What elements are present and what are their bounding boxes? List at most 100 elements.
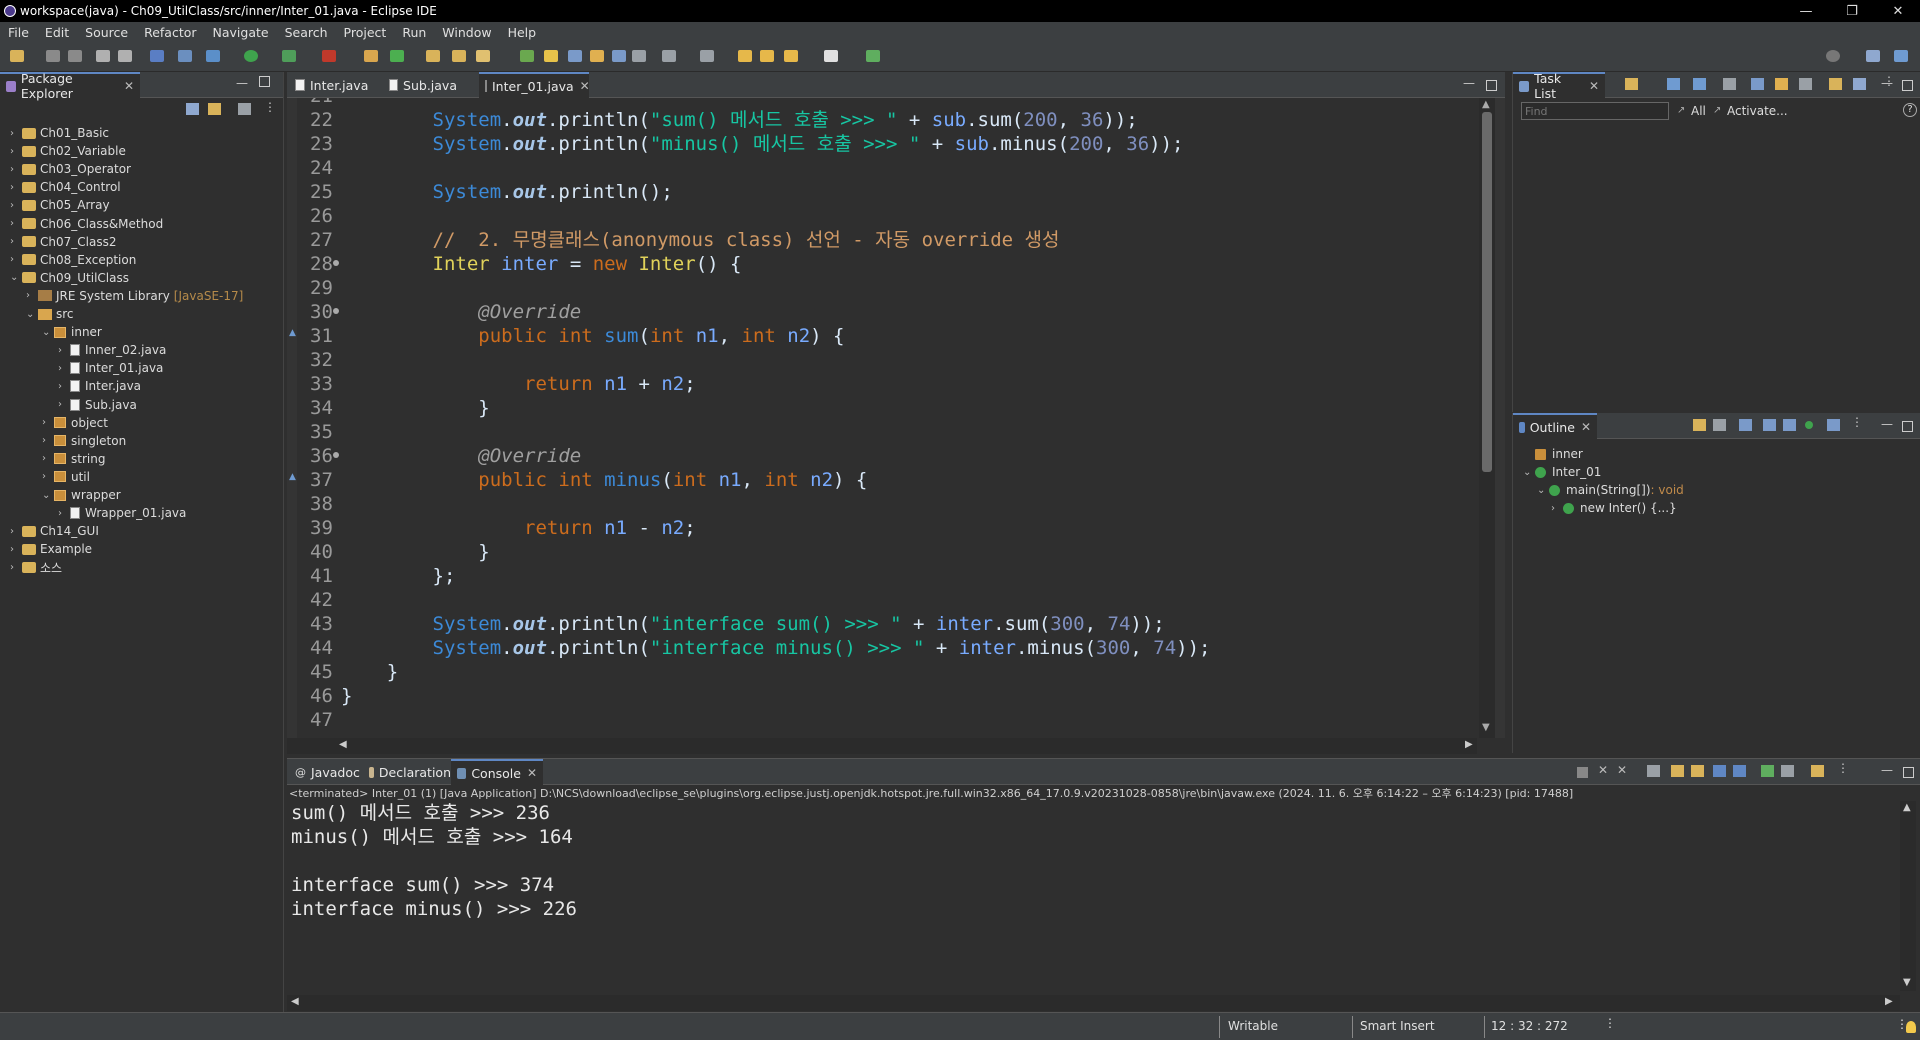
tree-item[interactable]: › Ch07_Class2: [10, 233, 116, 251]
minimize-outline-icon[interactable]: —: [1881, 417, 1893, 431]
tab-task-list[interactable]: Task List ✕: [1513, 71, 1605, 101]
chevron-down-icon[interactable]: ⌄: [42, 490, 54, 501]
help-icon[interactable]: ?: [1903, 103, 1917, 117]
maximize-outline-icon[interactable]: [1902, 421, 1913, 432]
maximize-view-icon[interactable]: [1903, 767, 1914, 778]
chevron-right-icon[interactable]: ›: [10, 254, 22, 265]
back-icon[interactable]: [784, 50, 798, 62]
maximize-tasklist-icon[interactable]: [1902, 80, 1913, 91]
menu-edit[interactable]: Edit: [37, 25, 77, 40]
tree-item[interactable]: › Ch01_Basic: [10, 124, 109, 142]
block-select-icon[interactable]: [568, 50, 582, 62]
chevron-icon[interactable]: ⌄: [1523, 467, 1535, 478]
tree-item[interactable]: › Ch08_Exception: [10, 251, 136, 269]
chevron-right-icon[interactable]: ›: [42, 471, 54, 482]
tree-item[interactable]: › singleton: [42, 432, 126, 450]
terminal-icon[interactable]: [150, 50, 164, 62]
prev-annotation-icon[interactable]: [700, 50, 714, 62]
menu-help[interactable]: Help: [500, 25, 545, 40]
forward-icon[interactable]: [824, 50, 838, 62]
tree-item[interactable]: ⌄ src: [26, 305, 74, 323]
tab-inter01-java[interactable]: Inter_01.java ✕: [479, 72, 590, 98]
hide-nonpublic-icon[interactable]: [1783, 419, 1796, 431]
collapse-all-icon[interactable]: [186, 103, 199, 115]
find-input[interactable]: [1521, 102, 1669, 120]
close-icon[interactable]: ✕: [1589, 79, 1599, 93]
pin-editor-icon[interactable]: [866, 50, 880, 62]
chevron-right-icon[interactable]: ›: [10, 218, 22, 229]
sort-icon[interactable]: [1713, 419, 1726, 431]
hide-completed-icon[interactable]: [1723, 78, 1736, 90]
save-icon[interactable]: [46, 50, 60, 62]
skip-breakpoints-icon[interactable]: [178, 50, 192, 62]
tab-inter-java[interactable]: Inter.java: [289, 72, 379, 98]
scroll-down-icon[interactable]: ▼: [1482, 722, 1490, 733]
tree-item[interactable]: ⌄ inner: [42, 323, 102, 341]
tree-item[interactable]: › Inter_01.java: [58, 359, 163, 377]
link-with-editor-icon[interactable]: [208, 103, 221, 115]
last-edit-icon[interactable]: [738, 50, 752, 62]
chevron-right-icon[interactable]: ›: [58, 363, 70, 374]
override-marker-icon[interactable]: ▲: [289, 328, 296, 338]
tab-console[interactable]: Console ✕: [451, 759, 543, 785]
focus-icon[interactable]: [1751, 78, 1764, 90]
open-console-icon[interactable]: [1811, 765, 1824, 777]
close-icon[interactable]: ✕: [124, 79, 134, 93]
minimize-view-icon[interactable]: —: [1881, 763, 1893, 777]
menu-file[interactable]: File: [0, 25, 37, 40]
scrollbar-thumb[interactable]: [1482, 112, 1492, 472]
terminate-icon[interactable]: [1577, 767, 1588, 778]
chevron-right-icon[interactable]: ›: [58, 345, 70, 356]
console-horizontal-scrollbar[interactable]: ◀ ▶: [287, 995, 1900, 1011]
undo-icon[interactable]: [96, 50, 110, 62]
tree-item[interactable]: › Ch02_Variable: [10, 142, 126, 160]
menu-run[interactable]: Run: [394, 25, 434, 40]
editor-horizontal-scrollbar[interactable]: ◀ ▶: [287, 738, 1477, 754]
tab-sub-java[interactable]: Sub.java: [383, 72, 463, 98]
scroll-lock-icon[interactable]: [1671, 765, 1684, 777]
chevron-right-icon[interactable]: ›: [10, 562, 22, 573]
tree-item[interactable]: › Ch03_Operator: [10, 160, 131, 178]
open-perspective-icon[interactable]: [1866, 50, 1880, 62]
java-perspective-icon[interactable]: [1894, 50, 1908, 62]
chevron-right-icon[interactable]: ›: [26, 290, 38, 301]
all-link[interactable]: All: [1691, 104, 1706, 118]
new-task-icon[interactable]: [1625, 78, 1638, 90]
maximize-view-icon[interactable]: [259, 76, 270, 87]
chevron-right-icon[interactable]: ›: [10, 200, 22, 211]
close-icon[interactable]: ✕: [1581, 420, 1591, 434]
chevron-right-icon[interactable]: ›: [42, 453, 54, 464]
tree-item[interactable]: › 소스: [10, 558, 62, 576]
hide-fields-icon[interactable]: [1739, 419, 1752, 431]
tree-item[interactable]: › Ch05_Array: [10, 196, 110, 214]
menu-project[interactable]: Project: [336, 25, 395, 40]
chevron-right-icon[interactable]: ›: [10, 164, 22, 175]
chevron-right-icon[interactable]: ›: [58, 399, 70, 410]
new-icon[interactable]: [10, 50, 24, 62]
word-wrap-icon[interactable]: [612, 50, 626, 62]
clear-console-icon[interactable]: [1647, 765, 1660, 777]
chevron-right-icon[interactable]: ›: [10, 146, 22, 157]
code-editor[interactable]: 2122 System.out.println("sum() 메서드 호출 >>…: [287, 98, 1505, 738]
debug-icon[interactable]: [206, 50, 220, 62]
maximize-button[interactable]: ❐: [1829, 0, 1875, 22]
collapse-icon[interactable]: [1799, 78, 1812, 90]
tree-item[interactable]: › JRE System Library [JavaSE-17]: [26, 287, 243, 305]
sync-icon[interactable]: [1775, 78, 1788, 90]
chevron-right-icon[interactable]: ›: [10, 128, 22, 139]
next-annotation-icon[interactable]: [662, 50, 676, 62]
tip-bulb-icon[interactable]: [1906, 1021, 1916, 1033]
chevron-right-icon[interactable]: ›: [42, 435, 54, 446]
maximize-editor-icon[interactable]: [1486, 80, 1497, 91]
menu-search[interactable]: Search: [277, 25, 336, 40]
close-icon[interactable]: ✕: [580, 79, 590, 93]
scroll-down-icon[interactable]: ▼: [1903, 977, 1911, 988]
outline-item[interactable]: ⌄ main(String[]) : void: [1537, 481, 1684, 499]
search-icon[interactable]: [1826, 50, 1840, 62]
tree-item[interactable]: › string: [42, 450, 105, 468]
outline-item[interactable]: inner: [1523, 445, 1583, 463]
override-marker-icon[interactable]: ▲: [289, 472, 296, 482]
tab-outline[interactable]: Outline ✕: [1513, 413, 1597, 439]
show-stderr-icon[interactable]: [1733, 765, 1746, 777]
tree-item[interactable]: › Ch04_Control: [10, 178, 121, 196]
